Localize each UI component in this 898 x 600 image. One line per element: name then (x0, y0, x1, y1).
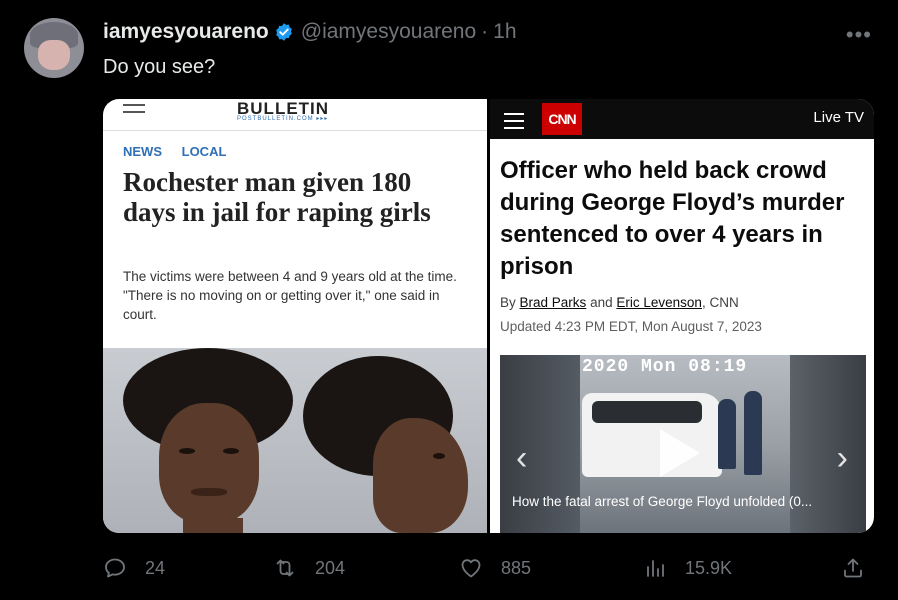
officer-figure (718, 399, 736, 469)
tweet-text: Do you see? (103, 56, 216, 78)
menu-icon (123, 99, 145, 113)
user-handle[interactable]: @iamyesyouareno (301, 20, 476, 44)
byline: By Brad Parks and Eric Levenson, CNN (500, 295, 739, 310)
bulletin-logo-sub: POSTBULLETIN.COM ▸▸▸ (237, 116, 329, 122)
media-image-right[interactable]: CNN Live TV Officer who held back crowd … (490, 99, 874, 533)
views-count: 15.9K (685, 557, 733, 578)
bulletin-topbar: BULLETIN POSTBULLETIN.COM ▸▸▸ (103, 99, 487, 131)
police-car (582, 393, 722, 477)
live-tv-link: Live TV (813, 109, 864, 126)
category-news: NEWS (123, 144, 162, 159)
author-link: Eric Levenson (616, 295, 702, 310)
video-player: 2020 Mon 08:19 ‹ › How the fatal arrest … (500, 355, 866, 533)
separator-dot: · (481, 20, 489, 43)
share-icon (844, 558, 862, 578)
tweet-header: iamyesyouareno @iamyesyouareno · 1h (103, 20, 517, 44)
left-headline: Rochester man given 180 days in jail for… (123, 167, 431, 227)
chevron-right-icon: › (836, 439, 848, 477)
media-image-left[interactable]: BULLETIN POSTBULLETIN.COM ▸▸▸ NEWS LOCAL… (103, 99, 487, 533)
repost-button[interactable]: 204 (273, 556, 345, 580)
left-summary: The victims were between 4 and 9 years o… (123, 269, 457, 322)
mugshot-front (123, 348, 293, 533)
repost-count: 204 (315, 557, 346, 578)
officer-figure (744, 391, 762, 475)
verified-icon (275, 23, 292, 41)
tweet-media[interactable]: BULLETIN POSTBULLETIN.COM ▸▸▸ NEWS LOCAL… (103, 99, 874, 533)
timestamp[interactable]: 1h (493, 20, 516, 44)
cnn-topbar: CNN Live TV (490, 99, 874, 139)
reply-button[interactable]: 24 (103, 556, 165, 580)
display-name[interactable]: iamyesyouareno (103, 20, 269, 44)
repost-icon (276, 559, 294, 577)
author-link: Brad Parks (519, 295, 587, 310)
like-icon (461, 559, 481, 578)
cnn-logo: CNN (542, 103, 582, 135)
article-categories: NEWS LOCAL (123, 144, 242, 159)
byline-prefix: By (500, 295, 516, 310)
category-local: LOCAL (181, 144, 227, 159)
views-button[interactable]: 15.9K (643, 556, 732, 580)
reply-count: 24 (145, 557, 166, 578)
like-count: 885 (501, 557, 532, 578)
avatar[interactable] (24, 18, 84, 78)
share-button[interactable] (841, 556, 865, 580)
play-icon (660, 429, 700, 477)
mugshot-side (303, 348, 483, 533)
tweet-actions: 24 204 885 15.9K (103, 556, 874, 580)
video-caption: How the fatal arrest of George Floyd unf… (512, 494, 813, 509)
menu-icon (504, 108, 524, 129)
more-icon[interactable]: ••• (846, 22, 872, 48)
video-timestamp: 2020 Mon 08:19 (582, 357, 748, 377)
chevron-left-icon: ‹ (516, 439, 528, 477)
byline-and: and (590, 295, 613, 310)
byline-suffix: , CNN (701, 295, 739, 310)
avatar-face (38, 40, 70, 70)
views-icon (647, 560, 664, 577)
mugshot-photo (103, 348, 487, 533)
reply-icon (105, 558, 125, 578)
updated-date: Updated 4:23 PM EDT, Mon August 7, 2023 (500, 319, 762, 334)
like-button[interactable]: 885 (459, 556, 531, 580)
right-headline: Officer who held back crowd during Georg… (500, 157, 845, 280)
